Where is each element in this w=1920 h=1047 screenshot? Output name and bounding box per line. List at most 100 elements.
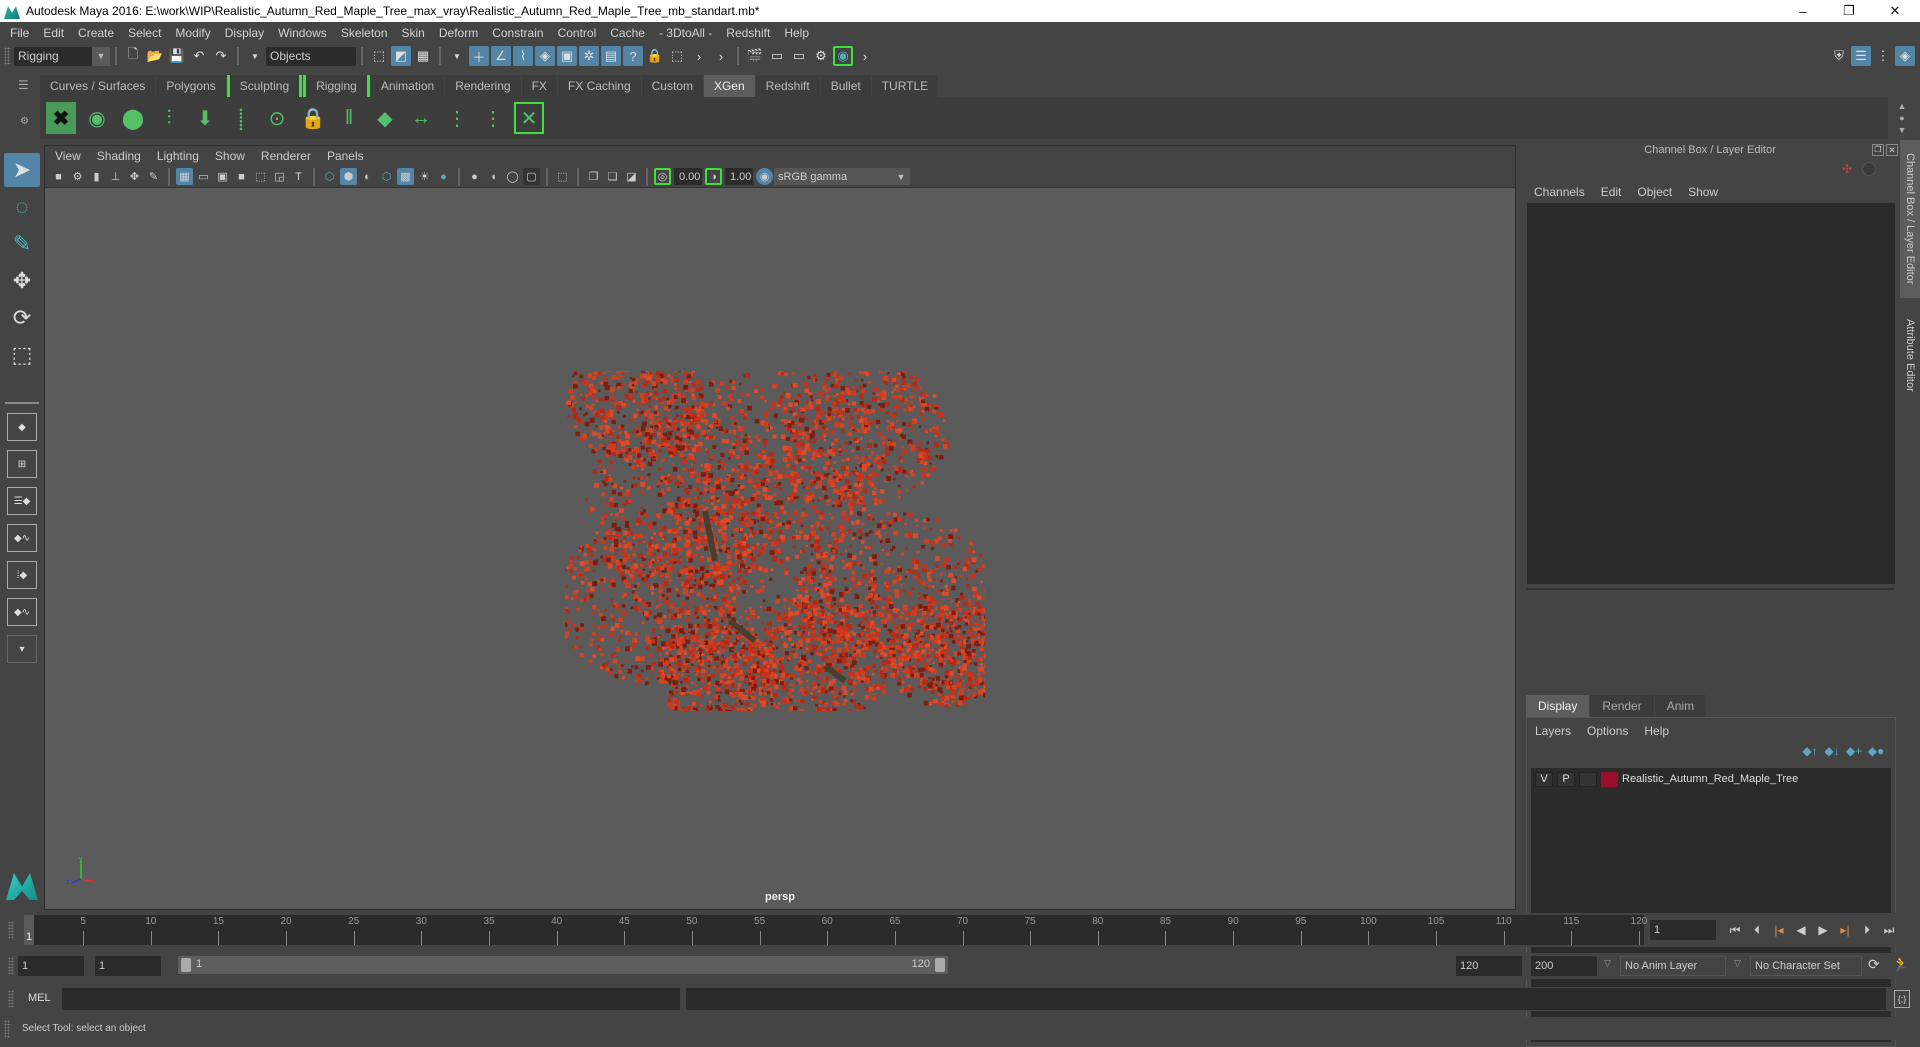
grip-handle[interactable] [8,921,14,939]
channel-box-area[interactable] [1527,203,1895,584]
add-guides-icon[interactable]: ⫶ [154,102,184,134]
channel-box-menu-show[interactable]: Show [1688,185,1718,199]
layer-row[interactable]: V P Realistic_Autumn_Red_Maple_Tree [1531,768,1891,790]
color-management-toggle-icon[interactable]: ◉ [756,168,773,185]
select-object-icon[interactable]: ◩ [391,46,411,66]
chevron-right-icon[interactable]: › [711,46,731,66]
mel-command-input[interactable] [62,988,680,1010]
go-to-start-icon[interactable]: ⏮ [1724,923,1746,938]
toggle-icon[interactable] [1862,162,1876,176]
current-frame-field[interactable]: 1 [1650,920,1716,940]
xray-joints-icon[interactable]: ❏ [604,168,621,185]
menu-modify[interactable]: Modify [175,26,210,40]
select-hierarchy-icon[interactable]: ⬚ [369,46,389,66]
guide-frame-icon[interactable]: ⋮ [478,102,508,134]
new-layer-from-selected-icon[interactable]: ◆● [1865,744,1887,758]
new-scene-icon[interactable]: 🗋 [123,46,143,66]
select-mode-icon[interactable]: ⬚ [667,46,687,66]
select-guide-icon[interactable]: ⋮ [442,102,472,134]
toggle-guide-visibility-icon[interactable]: ⊙ [262,102,292,134]
film-gate-icon[interactable]: ▭ [195,168,212,185]
minimize-button[interactable]: – [1780,0,1826,22]
undo-icon[interactable]: ↶ [189,46,209,66]
viewport-menu-lighting[interactable]: Lighting [157,149,199,163]
move-layer-down-icon[interactable]: ◆↓ [1821,744,1843,758]
single-perspective-view-icon[interactable]: ◆ [7,413,37,441]
guide-grid-icon[interactable]: ◆ [370,102,400,134]
step-back-frame-icon[interactable]: ⏴ [1746,923,1768,938]
shelf-tab-curves-surfaces[interactable]: Curves / Surfaces [40,75,155,97]
xgen-preview-icon[interactable]: ◉ [82,102,112,134]
shelf-tab-redshift[interactable]: Redshift [756,75,820,97]
xgen-window-icon[interactable]: ✖ [46,102,76,134]
maple-tree-model[interactable] [565,371,985,711]
menu-redshift[interactable]: Redshift [726,26,770,40]
persp-graph-icon[interactable]: ◆∿ [7,524,37,552]
go-to-end-icon[interactable]: ⏭ [1878,923,1900,938]
command-language-toggle[interactable]: MEL [28,992,51,1004]
step-forward-key-icon[interactable]: ▸| [1834,923,1856,937]
menu-edit[interactable]: Edit [43,26,64,40]
channel-box-toggle-icon[interactable]: ◈ [1895,46,1915,66]
render-frame-icon[interactable]: 🎬 [745,46,765,66]
new-layer-icon[interactable]: ◆+ [1843,744,1865,758]
start-time-field[interactable]: 1 [18,956,84,976]
menu-3dtoall[interactable]: - 3DtoAll - [659,26,712,40]
move-layer-up-icon[interactable]: ◆↑ [1799,744,1821,758]
auto-key-icon[interactable]: ⟳ [1868,956,1880,973]
screen-space-ao-icon[interactable]: ● [466,168,483,185]
scale-tool-icon[interactable]: ⬚ [4,338,40,372]
xray-icon[interactable]: ❐ [585,168,602,185]
layer-menu-help[interactable]: Help [1644,724,1669,738]
grip-handle[interactable] [8,990,14,1008]
grid-icon[interactable]: ▦ [176,168,193,185]
layer-tab-anim[interactable]: Anim [1655,695,1706,717]
save-scene-icon[interactable]: 💾 [167,46,187,66]
shelf-tab-sculpting[interactable]: Sculpting [227,75,302,97]
chevron-down-icon[interactable]: ▼ [245,46,265,66]
step-forward-frame-icon[interactable]: ⏵ [1856,923,1878,938]
viewport-menu-renderer[interactable]: Renderer [261,149,311,163]
shelf-tab-animation[interactable]: Animation [371,75,444,97]
safe-action-icon[interactable]: ◲ [271,168,288,185]
chevron-down-icon[interactable]: ▽ [1604,958,1611,969]
side-tab-channel-box[interactable]: Channel Box / Layer Editor [1900,140,1920,298]
animation-end-field[interactable]: 200 [1531,956,1597,976]
camera-attributes-icon[interactable]: ⚙ [69,168,86,185]
smooth-shade-icon[interactable]: ⬢ [340,168,357,185]
add-guide-icon[interactable]: ⸽ [226,102,256,134]
character-set-dropdown[interactable]: No Character Set [1750,956,1862,976]
channel-box-menu-object[interactable]: Object [1637,185,1672,199]
layer-name[interactable]: Realistic_Autumn_Red_Maple_Tree [1622,773,1798,785]
timeline-ruler[interactable]: 1 51015202530354045505560657075808590951… [24,915,1644,945]
menu-display[interactable]: Display [225,26,264,40]
close-button[interactable]: ✕ [1872,0,1918,22]
redo-icon[interactable]: ↷ [211,46,231,66]
channel-box-menu-channels[interactable]: Channels [1534,185,1585,199]
layout-dropdown-icon[interactable]: ▾ [7,635,37,663]
grip-handle[interactable] [4,47,10,65]
menu-deform[interactable]: Deform [439,26,478,40]
play-backwards-icon[interactable]: ◀ [1790,923,1812,937]
image-plane-icon[interactable]: ⊥ [107,168,124,185]
move-tool-icon[interactable]: ✥ [4,264,40,298]
shelf-options-icon[interactable]: ⚙ [20,116,29,127]
four-view-icon[interactable]: ⊞ [7,450,37,478]
perspective-viewport[interactable]: ViewShadingLightingShowRendererPanels ■ … [44,145,1516,910]
chevron-down-icon[interactable]: ▽ [1734,958,1741,969]
shadows-icon[interactable]: ● [435,168,452,185]
chevron-right-icon[interactable]: › [855,46,875,66]
visibility-toggle[interactable]: V [1535,772,1553,787]
guide-spacing-icon[interactable]: ↔ [406,102,436,134]
shelf-tab-rigging[interactable]: Rigging [303,75,370,97]
lock-icon[interactable]: 🔒 [645,46,665,66]
menu-select[interactable]: Select [128,26,161,40]
delete-guide-icon[interactable]: ✕ [514,102,544,134]
layer-menu-options[interactable]: Options [1587,724,1628,738]
modeling-toolkit-icon[interactable]: ⛨ [1829,46,1849,66]
open-scene-icon[interactable]: 📂 [145,46,165,66]
range-slider[interactable]: 1 120 [178,956,948,974]
float-panel-icon[interactable]: ❐ [1872,144,1884,156]
anti-aliasing-icon[interactable]: ◯ [504,168,521,185]
xray-components-icon[interactable]: ◪ [623,168,640,185]
